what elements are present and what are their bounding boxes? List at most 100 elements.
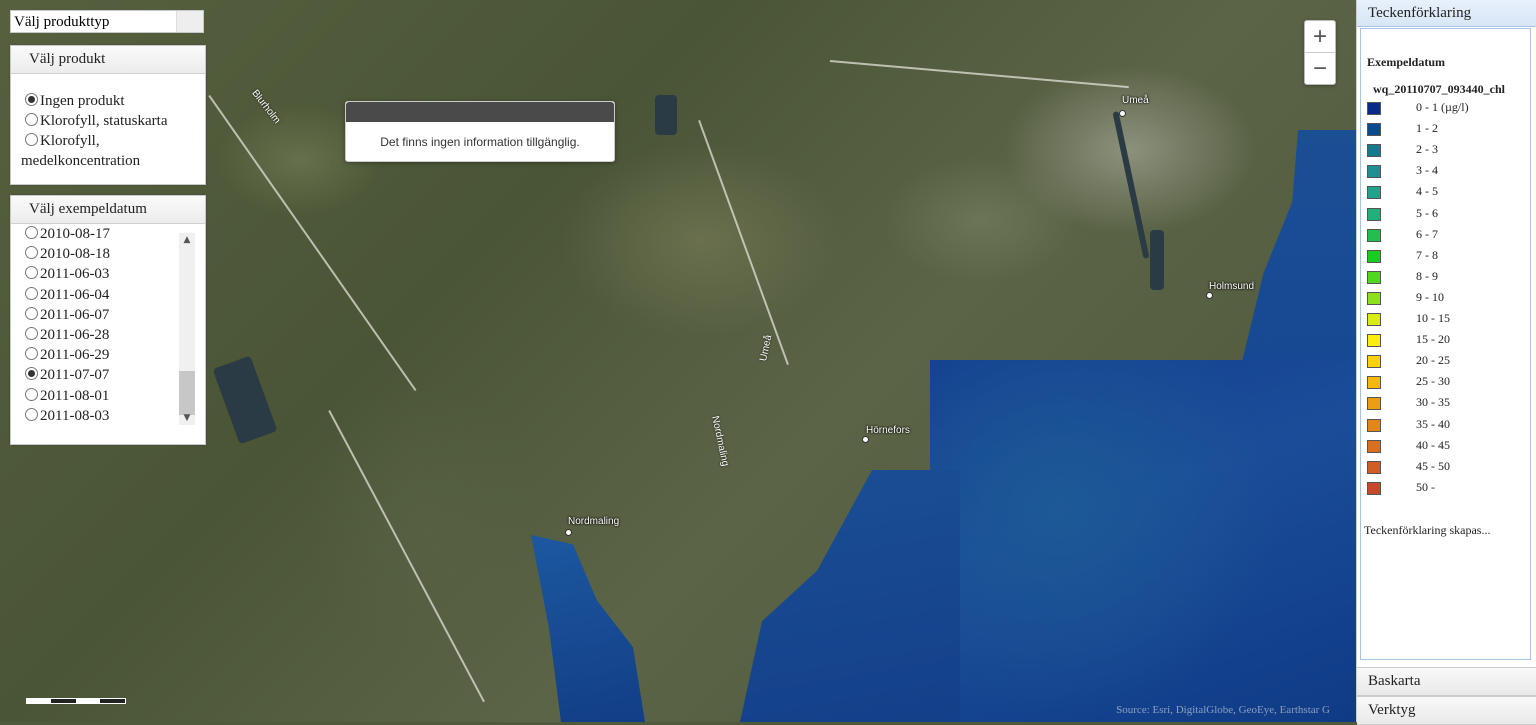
date-option[interactable]: 2011-06-03	[11, 264, 205, 284]
legend-swatch	[1367, 397, 1381, 411]
radio-icon[interactable]	[25, 133, 38, 146]
product-type-select[interactable]: Välj produkttyp	[10, 10, 204, 33]
scroll-up-icon[interactable]: ▲	[179, 233, 195, 247]
lake	[655, 95, 677, 135]
basemap-accordion-header[interactable]: Baskarta	[1357, 667, 1536, 696]
radio-icon[interactable]	[25, 226, 38, 239]
legend-item-label: 2 - 3	[1416, 142, 1438, 157]
legend-panel: Exempeldatum wq_20110707_093440_chl 0 - …	[1360, 28, 1531, 660]
city-marker	[862, 436, 869, 443]
legend-item-label: 30 - 35	[1416, 395, 1450, 410]
city-label-holmsund: Holmsund	[1209, 281, 1255, 292]
scrollbar-thumb[interactable]	[179, 371, 195, 415]
road	[829, 60, 1129, 89]
legend-item-label: 6 - 7	[1416, 226, 1438, 241]
radio-icon[interactable]	[25, 93, 38, 106]
legend-layer-name: wq_20110707_093440_chl	[1373, 82, 1506, 96]
scroll-down-icon[interactable]: ▼	[179, 411, 195, 425]
product-option[interactable]: Klorofyll, statuskarta	[11, 111, 205, 131]
legend-item-label: 15 - 20	[1416, 332, 1450, 347]
legend-item-label: 45 - 50	[1416, 458, 1450, 473]
map-attribution: Source: Esri, DigitalGlobe, GeoEye, Eart…	[1116, 704, 1330, 716]
water-area	[740, 470, 960, 722]
legend-item-label: 9 - 10	[1416, 289, 1444, 304]
river	[1150, 230, 1164, 290]
city-label-nordmaling: Nordmaling	[568, 516, 620, 527]
legend-item-label: 7 - 8	[1416, 247, 1438, 262]
legend-swatch	[1367, 439, 1381, 453]
date-option-label: 2010-08-17	[40, 226, 110, 242]
date-option-label: 2010-08-18	[40, 246, 110, 263]
city-marker	[1119, 110, 1126, 117]
product-option-label: Ingen produkt	[40, 93, 125, 109]
water-area	[930, 360, 1356, 722]
date-option[interactable]: 2010-08-18	[11, 244, 205, 264]
legend-swatch	[1367, 249, 1381, 263]
legend-item-label: 25 - 30	[1416, 374, 1450, 389]
legend-section-title: Exempeldatum	[1367, 55, 1445, 69]
date-option-label: 2011-08-01	[40, 387, 110, 404]
legend-item-label: 20 - 25	[1416, 353, 1450, 368]
zoom-out-button[interactable]: −	[1305, 52, 1335, 84]
legend-item-label: 35 - 40	[1416, 416, 1450, 431]
date-option[interactable]: 2011-08-03	[11, 406, 205, 426]
radio-icon[interactable]	[25, 367, 38, 381]
date-option[interactable]: 2010-08-17	[11, 224, 205, 244]
product-option[interactable]: Klorofyll,	[11, 131, 205, 151]
radio-icon[interactable]	[25, 407, 38, 421]
legend-item-label: 5 - 6	[1416, 205, 1438, 220]
zoom-in-button[interactable]: +	[1305, 21, 1335, 52]
info-popup: Det finns ingen information tillgänglig.	[345, 101, 615, 162]
road-label: Blurholm	[249, 88, 283, 126]
popup-message: Det finns ingen information tillgänglig.	[380, 135, 580, 149]
date-option[interactable]: 2011-06-07	[11, 305, 205, 325]
date-panel-title: Välj exempeldatum	[11, 196, 205, 224]
radio-icon[interactable]	[25, 266, 38, 280]
date-option[interactable]: 2011-06-28	[11, 325, 205, 345]
date-option[interactable]: 2011-08-01	[11, 386, 205, 406]
product-option-label: Klorofyll, statuskarta	[40, 113, 168, 129]
water-area	[531, 535, 645, 722]
radio-icon[interactable]	[25, 246, 38, 260]
zoom-control: + −	[1304, 20, 1336, 85]
date-option[interactable]: 2011-06-04	[11, 285, 205, 305]
radio-icon[interactable]	[25, 286, 38, 300]
legend-swatch	[1367, 102, 1381, 115]
tools-accordion-header[interactable]: Verktyg	[1357, 696, 1536, 725]
radio-icon[interactable]	[25, 327, 38, 341]
legend-swatch	[1367, 228, 1381, 242]
product-option-label: Klorofyll,	[40, 133, 100, 149]
legend-swatch	[1367, 376, 1381, 390]
date-list[interactable]: 2010-08-17 2010-08-18 2011-06-03 2011-06-04…	[11, 224, 205, 427]
city-marker	[1206, 292, 1213, 299]
legend-accordion-header[interactable]: Teckenförklaring	[1357, 0, 1536, 27]
radio-icon[interactable]	[25, 347, 38, 361]
legend-swatch	[1367, 186, 1381, 200]
radio-icon[interactable]	[25, 113, 38, 126]
legend-swatch	[1367, 418, 1381, 432]
date-option-label: 2011-06-28	[40, 327, 110, 344]
river	[1112, 111, 1150, 259]
radio-icon[interactable]	[25, 387, 38, 401]
product-option[interactable]: Ingen produkt	[11, 91, 205, 111]
popup-titlebar[interactable]	[346, 102, 614, 122]
legend-swatch	[1367, 481, 1381, 495]
product-panel: Välj produkt Ingen produkt Klorofyll, st…	[10, 45, 206, 185]
dropdown-arrow-icon[interactable]	[176, 11, 203, 32]
radio-icon[interactable]	[25, 306, 38, 320]
legend-item-label: 50 -	[1416, 479, 1435, 494]
date-option[interactable]: 2011-06-29	[11, 345, 205, 365]
road-label: Nordmaling	[709, 415, 731, 468]
legend-swatch	[1367, 313, 1381, 326]
date-option[interactable]: 2011-07-07	[11, 365, 205, 385]
date-option-label: 2011-06-07	[40, 306, 110, 323]
legend-swatch	[1367, 165, 1381, 179]
legend-swatch	[1367, 207, 1381, 221]
city-marker	[565, 529, 572, 536]
water-area	[1240, 130, 1356, 370]
date-option-label: 2011-06-03	[40, 266, 110, 283]
product-option-label-cont: medelkoncentration	[21, 153, 141, 169]
date-panel: Välj exempeldatum 2010-08-17 2010-08-18 20…	[10, 195, 206, 445]
scrollbar[interactable]: ▲ ▼	[179, 233, 195, 425]
city-label-umea: Umeå	[1122, 95, 1149, 106]
